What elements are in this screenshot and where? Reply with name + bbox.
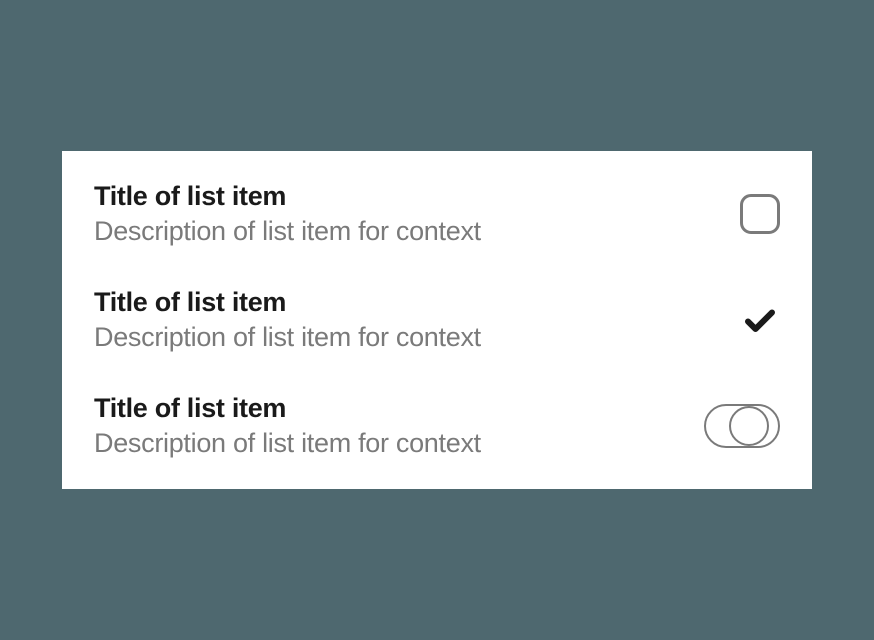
list-item-description: Description of list item for context	[94, 322, 481, 353]
list-item-title: Title of list item	[94, 393, 481, 424]
list-item-text: Title of list item Description of list i…	[94, 181, 481, 247]
list-item-control	[740, 194, 780, 234]
list-item: Title of list item Description of list i…	[62, 373, 812, 479]
list-item-text: Title of list item Description of list i…	[94, 287, 481, 353]
list-item: Title of list item Description of list i…	[62, 161, 812, 267]
settings-list: Title of list item Description of list i…	[62, 151, 812, 489]
list-item-description: Description of list item for context	[94, 216, 481, 247]
toggle-knob	[729, 406, 769, 446]
checkbox-unchecked[interactable]	[740, 194, 780, 234]
list-item-title: Title of list item	[94, 287, 481, 318]
list-item-control	[740, 300, 780, 340]
checkmark-icon[interactable]	[740, 300, 780, 340]
list-item: Title of list item Description of list i…	[62, 267, 812, 373]
toggle-switch[interactable]	[704, 404, 780, 448]
list-item-text: Title of list item Description of list i…	[94, 393, 481, 459]
list-item-description: Description of list item for context	[94, 428, 481, 459]
list-item-control	[704, 404, 780, 448]
list-item-title: Title of list item	[94, 181, 481, 212]
